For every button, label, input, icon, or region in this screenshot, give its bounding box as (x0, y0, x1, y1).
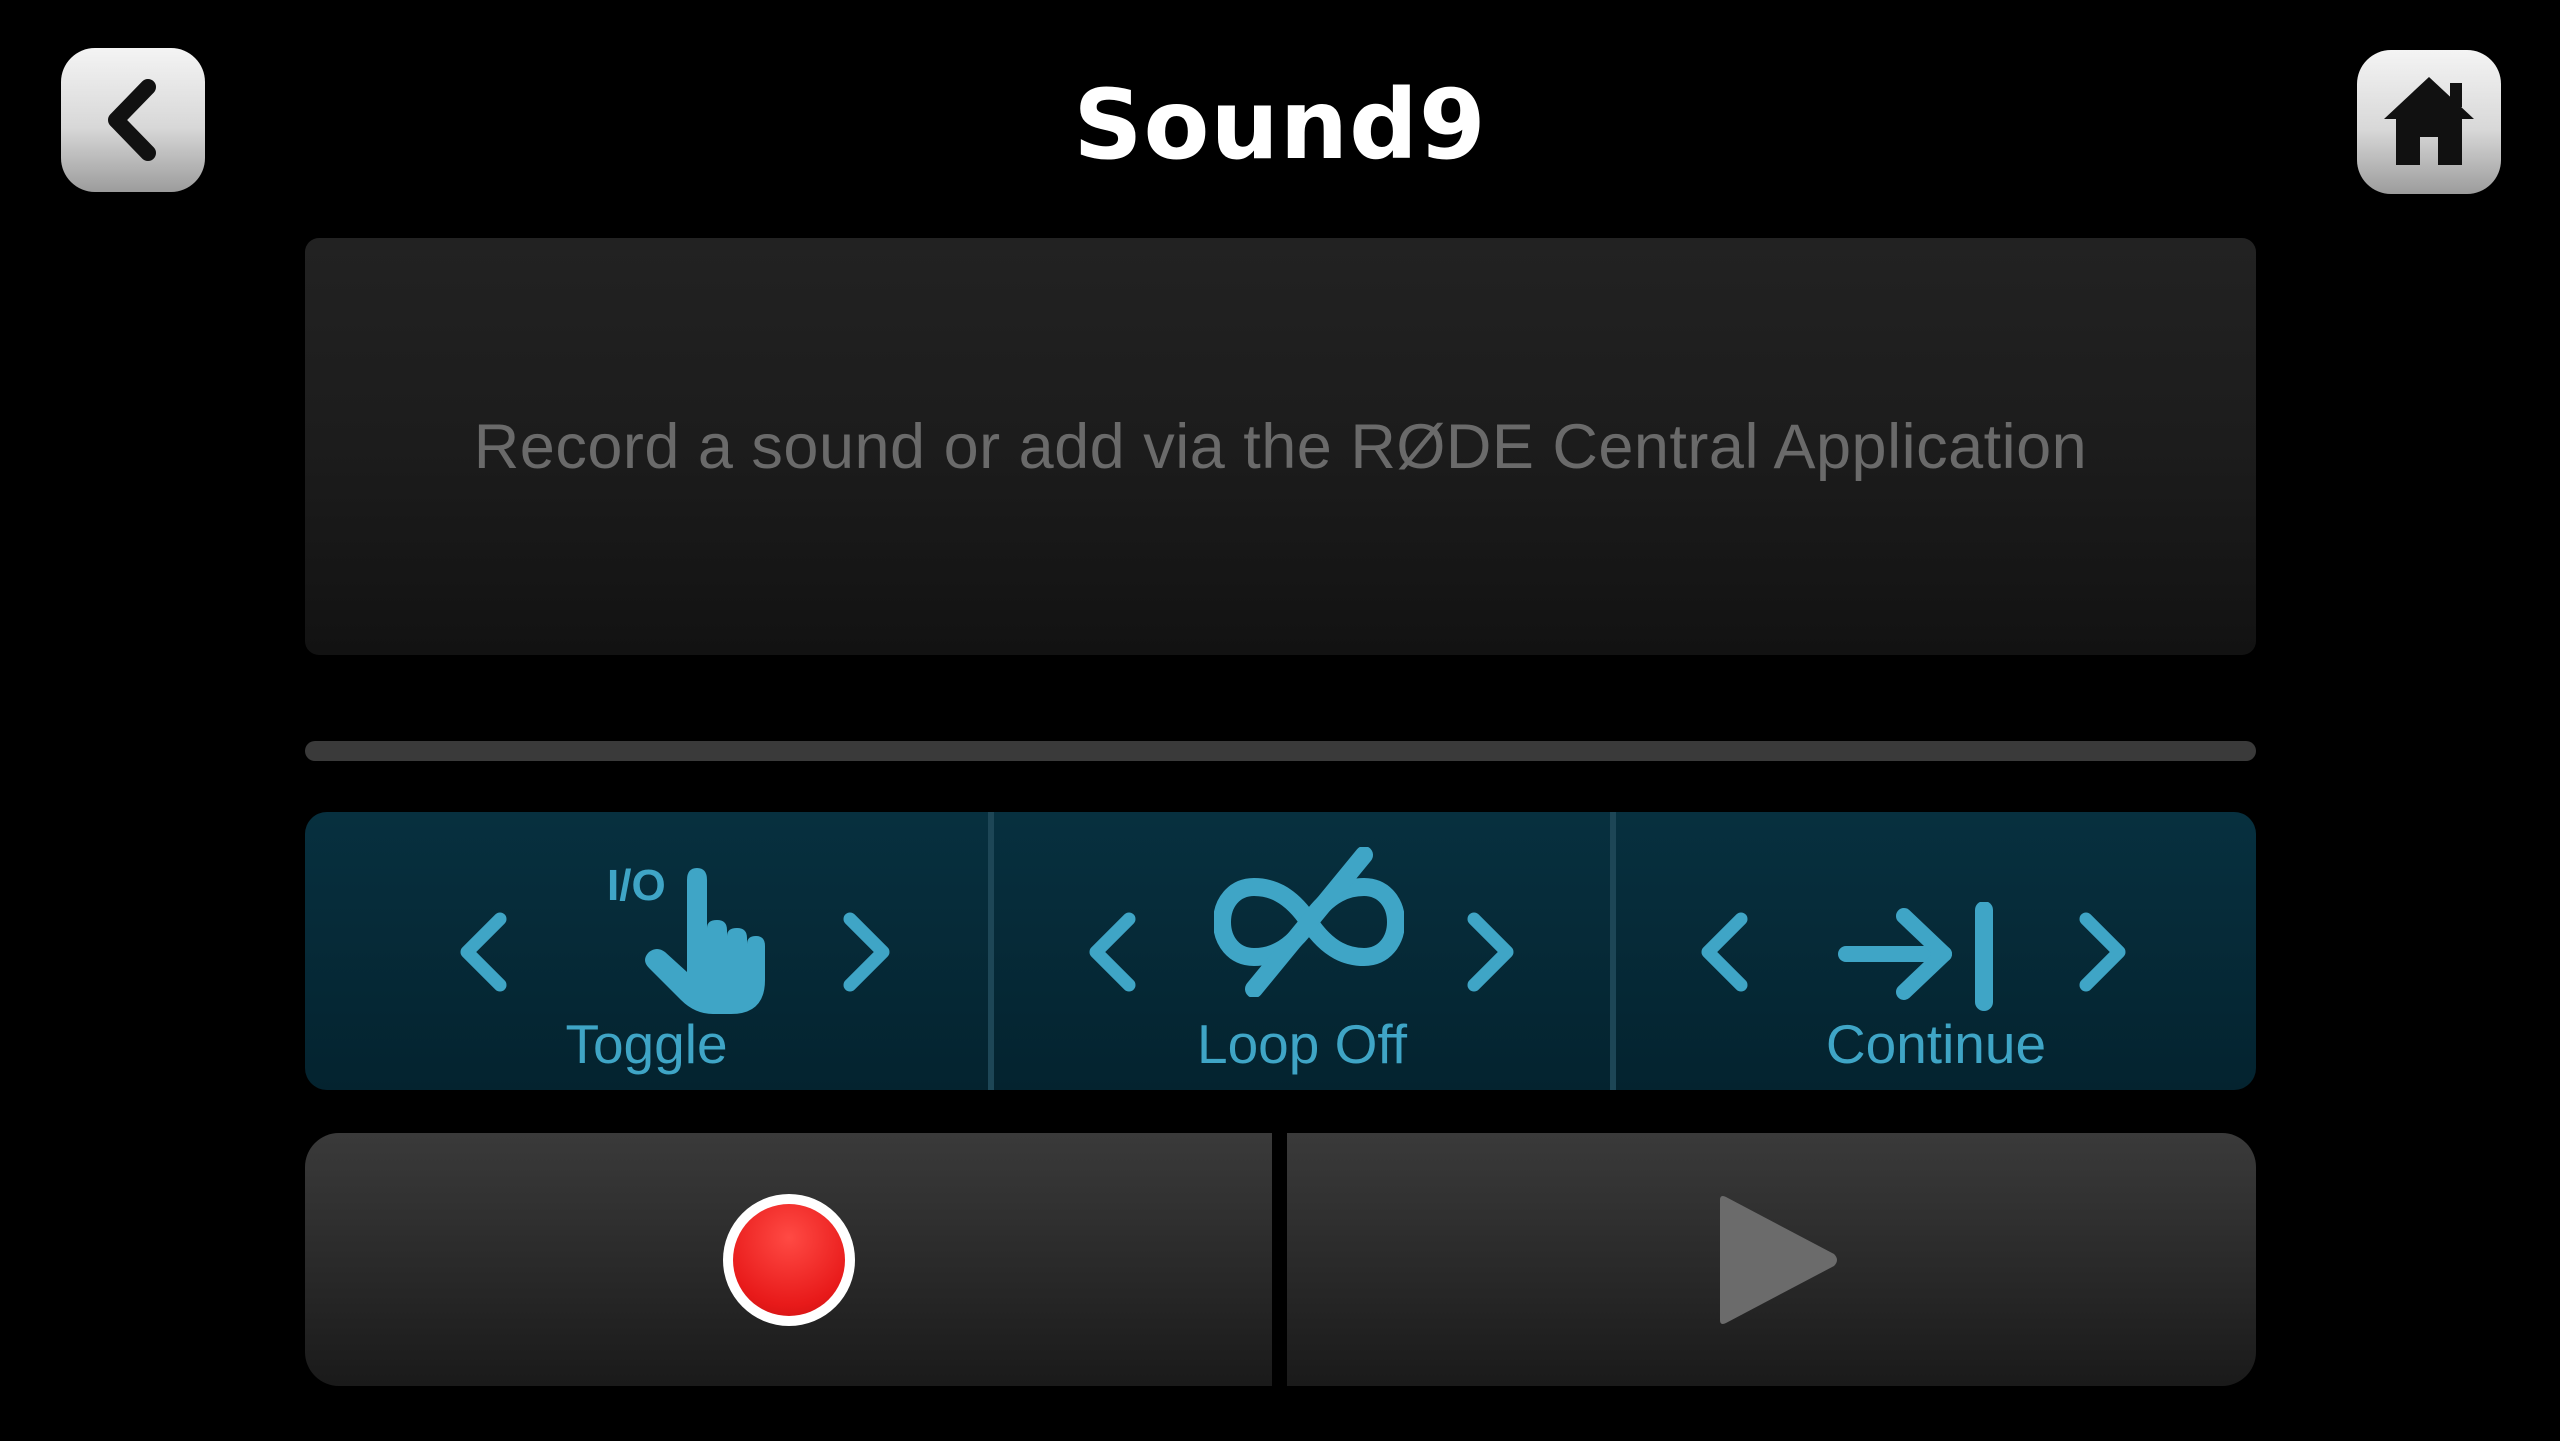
loop-mode-label: Loop Off (1197, 1013, 1407, 1075)
playback-progress-bar (305, 741, 2256, 761)
loop-mode-selector: Loop Off (988, 812, 1610, 1090)
transport-divider (1272, 1133, 1287, 1386)
sound-info-panel: Record a sound or add via the RØDE Centr… (305, 238, 2256, 655)
empty-sound-message: Record a sound or add via the RØDE Centr… (473, 411, 2088, 482)
record-icon (722, 1193, 855, 1326)
record-button[interactable] (305, 1133, 1272, 1386)
play-icon (1719, 1195, 1837, 1324)
tap-finger-icon: I/O (607, 861, 765, 1014)
play-button[interactable] (1287, 1133, 2256, 1386)
home-button[interactable] (2357, 50, 2501, 194)
transport-controls (305, 1133, 2256, 1386)
arrow-to-bar-icon (1838, 902, 1993, 1011)
end-mode-next-button[interactable] (2061, 907, 2141, 997)
home-icon (2384, 77, 2474, 165)
end-mode-prev-button[interactable] (1686, 907, 1766, 997)
loop-off-icon (1214, 847, 1404, 997)
trigger-io-badge: I/O (607, 861, 666, 910)
mode-selector-bar: I/O Toggle Loop Off Continue (305, 812, 2256, 1090)
page-title: Sound9 (1073, 69, 1487, 181)
loop-mode-prev-button[interactable] (1074, 907, 1154, 997)
trigger-mode-selector: I/O Toggle (305, 812, 988, 1090)
trigger-mode-label: Toggle (565, 1013, 728, 1075)
loop-mode-next-button[interactable] (1449, 907, 1529, 997)
end-mode-label: Continue (1825, 1013, 2047, 1075)
end-mode-selector: Continue (1610, 812, 2256, 1090)
trigger-mode-next-button[interactable] (825, 907, 905, 997)
trigger-mode-prev-button[interactable] (445, 907, 525, 997)
